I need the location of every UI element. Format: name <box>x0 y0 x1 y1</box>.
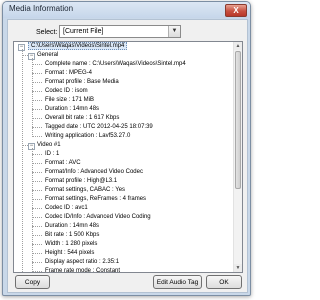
tree-item[interactable]: ID : 1 <box>45 150 59 159</box>
scroll-up-icon[interactable]: ▲ <box>234 42 242 50</box>
tree-connector <box>32 172 42 173</box>
tree-item[interactable]: Codec ID : avc1 <box>45 204 88 213</box>
tree-connector <box>32 154 42 155</box>
tree-connector <box>32 64 42 65</box>
tree-connector <box>32 226 42 227</box>
tree-connector <box>32 262 42 263</box>
file-select-dropdown[interactable]: [Current File] ▼ <box>59 25 181 38</box>
tree-connector <box>32 208 42 209</box>
tree-section-video[interactable]: Video #1 <box>37 141 61 150</box>
dialog-body: Select: [Current File] ▼ − C:\Users\Waqas… <box>7 19 248 293</box>
tree-item[interactable]: File size : 171 MiB <box>45 96 94 105</box>
close-icon: X <box>233 6 239 15</box>
ok-button[interactable]: OK <box>206 275 242 289</box>
scroll-down-icon[interactable]: ▼ <box>234 264 242 272</box>
media-information-dialog: Media Information X Select: [Current Fil… <box>2 1 251 296</box>
tree-root-label: C:\Users\Waqas\Videos\Sintel.mp4 <box>28 42 128 50</box>
tree-connector <box>32 217 42 218</box>
tree-connector <box>32 100 42 101</box>
tree-item[interactable]: Height : 544 pixels <box>45 249 94 258</box>
tree-connector <box>32 271 42 272</box>
window-title: Media Information <box>9 4 74 13</box>
tree-connector <box>32 190 42 191</box>
tree-item[interactable]: Format settings, CABAC : Yes <box>45 186 125 195</box>
tree-connector <box>22 49 23 272</box>
tree-connector <box>32 136 42 137</box>
tree-connector <box>32 235 42 236</box>
chevron-down-icon[interactable]: ▼ <box>168 26 180 37</box>
tree-root-item[interactable]: C:\Users\Waqas\Videos\Sintel.mp4 <box>28 42 128 51</box>
tree-connector <box>32 58 33 137</box>
tree-item[interactable]: Codec ID/Info : Advanced Video Coding <box>45 213 151 222</box>
tree-item[interactable]: Format : MPEG-4 <box>45 69 92 78</box>
tree-connector <box>32 244 42 245</box>
tree-item[interactable]: Codec ID : isom <box>45 87 88 96</box>
tree-item[interactable]: Duration : 14mn 48s <box>45 105 99 114</box>
tree-connector <box>32 163 42 164</box>
tree-connector <box>32 127 42 128</box>
tree-section-general[interactable]: General <box>37 51 58 60</box>
tree-item[interactable]: Format profile : Base Media <box>45 78 119 87</box>
tree-item[interactable]: Bit rate : 1 500 Kbps <box>45 231 99 240</box>
copy-button[interactable]: Copy <box>15 275 50 289</box>
tree-connector <box>32 91 42 92</box>
close-button[interactable]: X <box>225 4 247 17</box>
tree-connector <box>32 148 33 272</box>
select-value: [Current File] <box>63 28 104 35</box>
tree-connector <box>32 118 42 119</box>
tree-item[interactable]: Writing application : Lavf53.27.0 <box>45 132 130 141</box>
tree-connector <box>32 109 42 110</box>
edit-audio-tag-button[interactable]: Edit Audio Tag <box>153 275 202 289</box>
title-bar[interactable]: Media Information X <box>3 2 250 18</box>
tree-connector <box>32 73 42 74</box>
tree-connector <box>32 199 42 200</box>
scroll-thumb[interactable] <box>235 51 241 189</box>
tree-item[interactable]: Overall bit rate : 1 617 Kbps <box>45 114 119 123</box>
tree-item[interactable]: Duration : 14mn 48s <box>45 222 99 231</box>
tree-item[interactable]: Format settings, ReFrames : 4 frames <box>45 195 146 204</box>
tree-item[interactable]: Frame rate mode : Constant <box>45 267 120 272</box>
media-info-tree[interactable]: − C:\Users\Waqas\Videos\Sintel.mp4− Genera… <box>13 41 243 273</box>
tree-connector <box>32 181 42 182</box>
tree-item[interactable]: Width : 1 280 pixels <box>45 240 97 249</box>
tree-item[interactable]: Tagged date : UTC 2012-04-25 18:07:39 <box>45 123 153 132</box>
tree-item[interactable]: Display aspect ratio : 2.35:1 <box>45 258 119 267</box>
tree-item[interactable]: Format/Info : Advanced Video Codec <box>45 168 143 177</box>
tree-connector <box>32 82 42 83</box>
vertical-scrollbar[interactable]: ▲ ▼ <box>233 42 242 272</box>
tree-item[interactable]: Format profile : High@L3.1 <box>45 177 117 186</box>
tree-item[interactable]: Format : AVC <box>45 159 81 168</box>
tree-item[interactable]: Complete name : C:\Users\Waqas\Videos\Si… <box>45 60 186 69</box>
tree-connector <box>32 253 42 254</box>
select-label: Select: <box>36 29 58 36</box>
